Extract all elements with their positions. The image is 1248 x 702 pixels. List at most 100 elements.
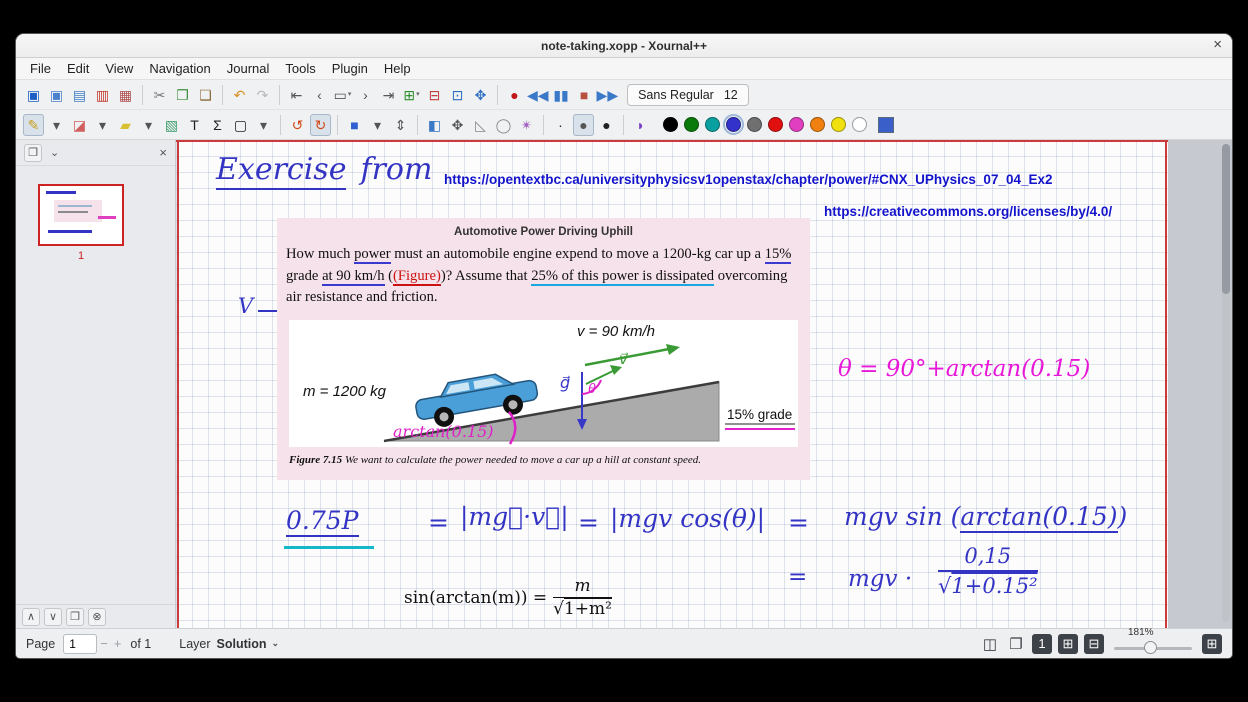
sidebar-dropdown-icon[interactable]: ⌄ [50, 146, 59, 159]
print-icon[interactable]: ▦ [115, 84, 136, 106]
thickness-fine-icon[interactable]: · [550, 114, 571, 136]
text-tool-icon[interactable]: T [184, 114, 205, 136]
color-swatch-ffffff[interactable] [852, 117, 867, 132]
presentation-mode-button[interactable]: 1 [1032, 634, 1052, 654]
duplicate-page-icon[interactable]: ❐ [66, 608, 84, 626]
window-close-icon[interactable]: × [1213, 36, 1222, 53]
hand-tool-icon[interactable]: ✥ [447, 114, 468, 136]
goto-page-icon[interactable]: ▭▾ [332, 84, 353, 106]
math-tex-tool-icon[interactable]: Σ [207, 114, 228, 136]
stop-icon[interactable]: ■ [574, 84, 595, 106]
highlighter-tool-icon[interactable]: ▰ [115, 114, 136, 136]
eraser-tool-icon[interactable]: ◪ [69, 114, 90, 136]
save-as-icon[interactable]: ▣ [46, 84, 67, 106]
zoom-out-button[interactable]: ⊟ [1084, 634, 1104, 654]
eraser-options-icon[interactable]: ▾ [92, 114, 113, 136]
license-url-link[interactable]: https://creativecommons.org/licenses/by/… [824, 204, 1112, 219]
pause-icon[interactable]: ▮▮ [551, 84, 572, 106]
color-swatch-f08010[interactable] [810, 117, 825, 132]
fill-tool-icon[interactable]: ◧ [424, 114, 445, 136]
color-swatch-0aa0a0[interactable] [705, 117, 720, 132]
desktop-background: note-taking.xopp - Xournal++ × FileEditV… [0, 0, 1248, 702]
menu-file[interactable]: File [22, 59, 59, 78]
two-page-view-button[interactable]: ◫ [980, 634, 1000, 654]
menu-plugin[interactable]: Plugin [324, 59, 376, 78]
focus-page-icon[interactable]: ⊗ [88, 608, 106, 626]
cut-icon[interactable]: ✂ [149, 84, 170, 106]
canvas-page[interactable]: Exercisefrom https://opentextbc.ca/unive… [176, 140, 1168, 628]
color-swatch-000000[interactable] [663, 117, 678, 132]
single-page-view-button[interactable]: ❐ [1006, 634, 1026, 654]
image-tool-icon[interactable]: ▧ [161, 114, 182, 136]
zoom-fit-icon[interactable]: ⊡ [447, 84, 468, 106]
copy-icon[interactable]: ❐ [172, 84, 193, 106]
add-page-icon[interactable]: ⊞▾ [401, 84, 422, 106]
color-swatch-0a7a0a[interactable] [684, 117, 699, 132]
zoom-slider-thumb[interactable] [1144, 641, 1157, 654]
color-swatch-e040c0[interactable] [789, 117, 804, 132]
menu-tools[interactable]: Tools [277, 59, 323, 78]
titlebar[interactable]: note-taking.xopp - Xournal++ × [16, 34, 1232, 58]
first-page-icon[interactable]: ⇤ [286, 84, 307, 106]
selection-color-icon[interactable]: ■ [344, 114, 365, 136]
page-increment-button[interactable]: + [114, 636, 122, 651]
layer-label: Layer [179, 637, 210, 651]
scroll-down-icon[interactable]: ∨ [44, 608, 62, 626]
page-thumbnail[interactable] [38, 184, 124, 246]
thickness-thick-icon[interactable]: ● [596, 114, 617, 136]
color-picker-swatch[interactable] [878, 117, 894, 133]
problem-text-segment: power [354, 246, 390, 264]
annotation-checkmark: V [238, 294, 253, 318]
thickness-medium-icon[interactable]: ● [573, 114, 594, 136]
snap-grid-icon[interactable]: ↻ [310, 114, 331, 136]
selection-color-options-icon[interactable]: ▾ [367, 114, 388, 136]
scrollbar-thumb[interactable] [1222, 144, 1230, 294]
sidebar-close-icon[interactable]: × [159, 145, 167, 160]
layer-selector[interactable]: Solution ⌄ [217, 637, 280, 651]
fullscreen-icon[interactable]: ✥ [470, 84, 491, 106]
arctan-annotation: arctan(0.15) [393, 422, 494, 441]
page-decrement-button[interactable]: − [100, 636, 108, 651]
open-icon[interactable]: ▤ [69, 84, 90, 106]
rewind-icon[interactable]: ◀◀ [527, 84, 549, 106]
menu-view[interactable]: View [97, 59, 141, 78]
font-selector[interactable]: Sans Regular 12 [627, 84, 749, 106]
menu-navigation[interactable]: Navigation [141, 59, 218, 78]
scroll-up-icon[interactable]: ∧ [22, 608, 40, 626]
forward-icon[interactable]: ▶▶ [597, 84, 619, 106]
preview-pane-icon[interactable]: ❐ [24, 144, 42, 162]
previous-page-icon[interactable]: ‹ [309, 84, 330, 106]
redo-icon[interactable]: ↷ [252, 84, 273, 106]
record-audio-icon[interactable]: ● [504, 84, 525, 106]
menu-edit[interactable]: Edit [59, 59, 97, 78]
last-page-icon[interactable]: ⇥ [378, 84, 399, 106]
delete-page-icon[interactable]: ⊟ [424, 84, 445, 106]
menu-journal[interactable]: Journal [219, 59, 278, 78]
source-url-link[interactable]: https://opentextbc.ca/universityphysicsv… [444, 172, 1053, 187]
export-pdf-icon[interactable]: ▥ [92, 84, 113, 106]
ellipse-tool-icon[interactable]: ◯ [493, 114, 514, 136]
vertical-space-tool-icon[interactable]: ⇕ [390, 114, 411, 136]
shape-tool-icon[interactable]: ▢ [230, 114, 251, 136]
color-swatch-707070[interactable] [747, 117, 762, 132]
save-icon[interactable]: ▣ [23, 84, 44, 106]
color-swatch-f0e010[interactable] [831, 117, 846, 132]
spline-tool-icon[interactable]: ✴ [516, 114, 537, 136]
color-swatch-3333cc[interactable] [726, 117, 741, 132]
zoom-in-button[interactable]: ⊞ [1058, 634, 1078, 654]
menu-help[interactable]: Help [376, 59, 419, 78]
shape-options-icon[interactable]: ▾ [253, 114, 274, 136]
next-page-icon[interactable]: › [355, 84, 376, 106]
vertical-scrollbar[interactable] [1222, 144, 1230, 622]
color-swatch-e01010[interactable] [768, 117, 783, 132]
ruler-tool-icon[interactable]: ◺ [470, 114, 491, 136]
snap-rotation-icon[interactable]: ↺ [287, 114, 308, 136]
page-number-input[interactable] [63, 634, 97, 654]
pen-tool-icon[interactable]: ✎ [23, 114, 44, 136]
zoom-100-button[interactable]: ⊞ [1202, 634, 1222, 654]
highlighter-options-icon[interactable]: ▾ [138, 114, 159, 136]
pen-options-icon[interactable]: ▾ [46, 114, 67, 136]
lasso-tool-icon[interactable]: ◗ [630, 114, 651, 136]
undo-icon[interactable]: ↶ [229, 84, 250, 106]
paste-icon[interactable]: ❑ [195, 84, 216, 106]
